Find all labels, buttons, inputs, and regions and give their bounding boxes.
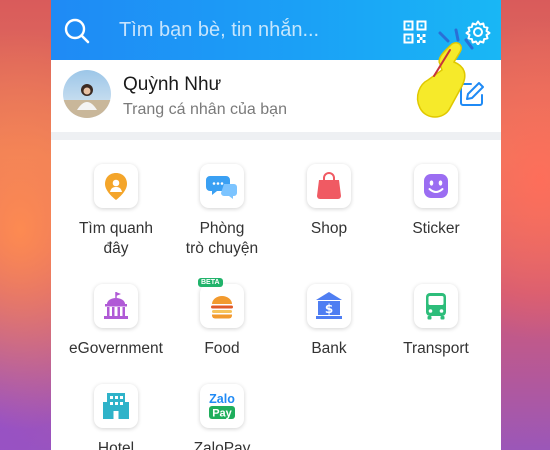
search-input[interactable]: Tìm bạn bè, tin nhắn...	[119, 19, 319, 42]
egovernment-app-box	[94, 284, 138, 328]
app-item-food[interactable]: BETA Food	[169, 260, 275, 359]
app-item-egovernment[interactable]: eGovernment	[63, 260, 169, 359]
apps-grid: Tìm quanh đây Phòng trò chuyện Shop Stic…	[51, 140, 501, 450]
bank-app-box: $	[307, 284, 351, 328]
search-icon[interactable]	[63, 17, 91, 45]
bank-icon: $	[316, 292, 342, 319]
app-label: eGovernment	[69, 340, 163, 357]
profile-name: Quỳnh Như	[123, 74, 222, 95]
app-item-nearby[interactable]: Tìm quanh đây	[63, 140, 169, 259]
section-divider	[51, 132, 501, 140]
avatar[interactable]	[63, 70, 111, 118]
chatrooms-app-box	[200, 164, 244, 208]
svg-text:Zalo: Zalo	[209, 392, 235, 406]
government-building-icon	[104, 292, 128, 319]
app-item-shop[interactable]: Shop	[276, 140, 382, 239]
app-label: Phòng trò chuyện	[185, 220, 259, 257]
app-label: Shop	[310, 220, 348, 237]
location-person-icon	[105, 173, 127, 200]
shopping-bag-icon	[317, 172, 341, 199]
smiley-icon	[424, 174, 448, 198]
app-item-sticker[interactable]: Sticker	[383, 140, 489, 239]
zalopay-app-box: Zalo Pay	[200, 384, 244, 428]
profile-subtitle: Trang cá nhân của bạn	[123, 101, 287, 118]
app-label: Sticker	[412, 220, 460, 237]
app-item-chatrooms[interactable]: Phòng trò chuyện	[169, 140, 275, 259]
hotel-icon	[103, 393, 129, 419]
shop-app-box	[307, 164, 351, 208]
app-item-transport[interactable]: Transport	[383, 260, 489, 359]
transport-app-box	[414, 284, 458, 328]
app-item-bank[interactable]: $ Bank	[276, 260, 382, 359]
svg-text:Pay: Pay	[212, 408, 232, 420]
phone-screen: Tìm bạn bè, tin nhắn... Quỳnh Như Trang …	[51, 0, 501, 450]
chat-bubbles-icon	[206, 176, 237, 199]
food-app-box: BETA	[198, 278, 244, 328]
app-label: Hotel	[97, 440, 135, 450]
app-label: Transport	[403, 340, 469, 357]
zalopay-icon: Zalo Pay	[209, 392, 235, 420]
app-label: Food	[204, 340, 240, 357]
app-item-hotel[interactable]: Hotel	[63, 360, 169, 450]
sticker-app-box	[414, 164, 458, 208]
app-label: Bank	[311, 340, 347, 357]
app-label: ZaloPay	[193, 440, 251, 450]
app-item-zalopay[interactable]: Zalo Pay ZaloPay	[169, 360, 275, 450]
nearby-app-box	[94, 164, 138, 208]
svg-text:$: $	[325, 302, 333, 316]
hotel-app-box	[94, 384, 138, 428]
app-label: Tìm quanh đây	[78, 220, 154, 257]
pointing-hand-icon	[416, 28, 474, 118]
burger-icon	[211, 296, 233, 319]
bus-icon	[426, 293, 446, 320]
